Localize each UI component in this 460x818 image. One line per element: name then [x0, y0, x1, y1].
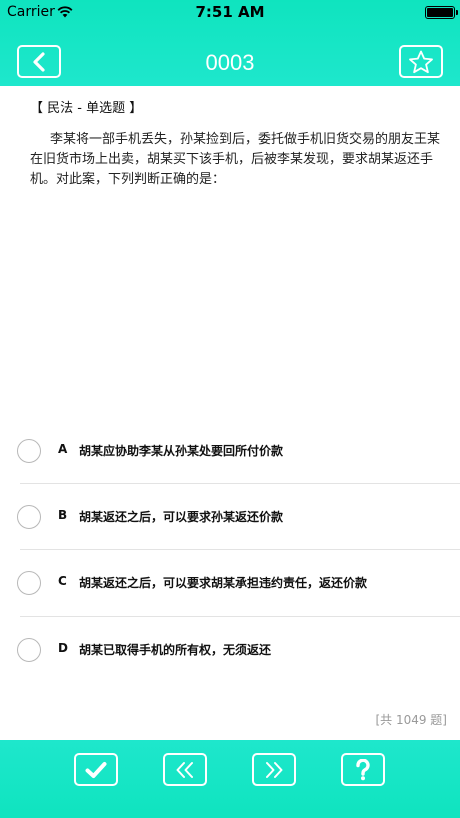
question-counter: [共 1049 题]: [375, 713, 447, 727]
divider: [20, 549, 460, 550]
top-bar: Carrier 7:51 AM 0003: [0, 0, 460, 86]
battery-icon: [425, 6, 458, 19]
option-b[interactable]: B 胡某返还之后，可以要求孙某返还价款: [0, 497, 460, 537]
question-text: 李某将一部手机丢失，孙某捡到后，委托做手机旧货交易的朋友王某在旧货市场上出卖，胡…: [30, 132, 441, 187]
check-icon: [85, 761, 107, 778]
check-answer-button[interactable]: [74, 753, 118, 786]
option-a[interactable]: A 胡某应协助李某从孙某处要回所付价款: [0, 431, 460, 471]
radio-circle[interactable]: [17, 439, 41, 463]
divider: [20, 483, 460, 484]
divider: [20, 616, 460, 617]
radio-circle[interactable]: [17, 638, 41, 662]
double-chevron-left-icon: [176, 761, 193, 778]
option-letter: D: [58, 641, 68, 655]
option-c[interactable]: C 胡某返还之后，可以要求胡某承担违约责任，返还价款: [0, 563, 460, 603]
question-mark-icon: [356, 758, 370, 780]
next-question-button[interactable]: [252, 753, 296, 786]
bottom-toolbar: [0, 740, 460, 818]
option-text: 胡某应协助李某从孙某处要回所付价款: [79, 444, 284, 458]
option-letter: C: [58, 574, 67, 588]
page-title: 0003: [205, 50, 255, 75]
option-letter: A: [58, 442, 68, 456]
favorite-button[interactable]: [399, 45, 443, 78]
hint-button[interactable]: [341, 753, 385, 786]
radio-circle[interactable]: [17, 571, 41, 595]
previous-question-button[interactable]: [163, 753, 207, 786]
double-chevron-right-icon: [266, 761, 283, 778]
status-bar: Carrier 7:51 AM: [0, 0, 460, 24]
radio-circle[interactable]: [17, 505, 41, 529]
option-text: 胡某返还之后，可以要求胡某承担违约责任，返还价款: [79, 576, 368, 590]
option-text: 胡某返还之后，可以要求孙某返还价款: [79, 510, 284, 524]
star-icon: [409, 50, 433, 73]
option-text: 胡某已取得手机的所有权，无须返还: [79, 643, 272, 657]
status-time: 7:51 AM: [195, 3, 265, 21]
option-d[interactable]: D 胡某已取得手机的所有权，无须返还: [0, 630, 460, 670]
question-type-label: 【 民法 - 单选题 】: [30, 101, 143, 116]
option-letter: B: [58, 508, 68, 522]
